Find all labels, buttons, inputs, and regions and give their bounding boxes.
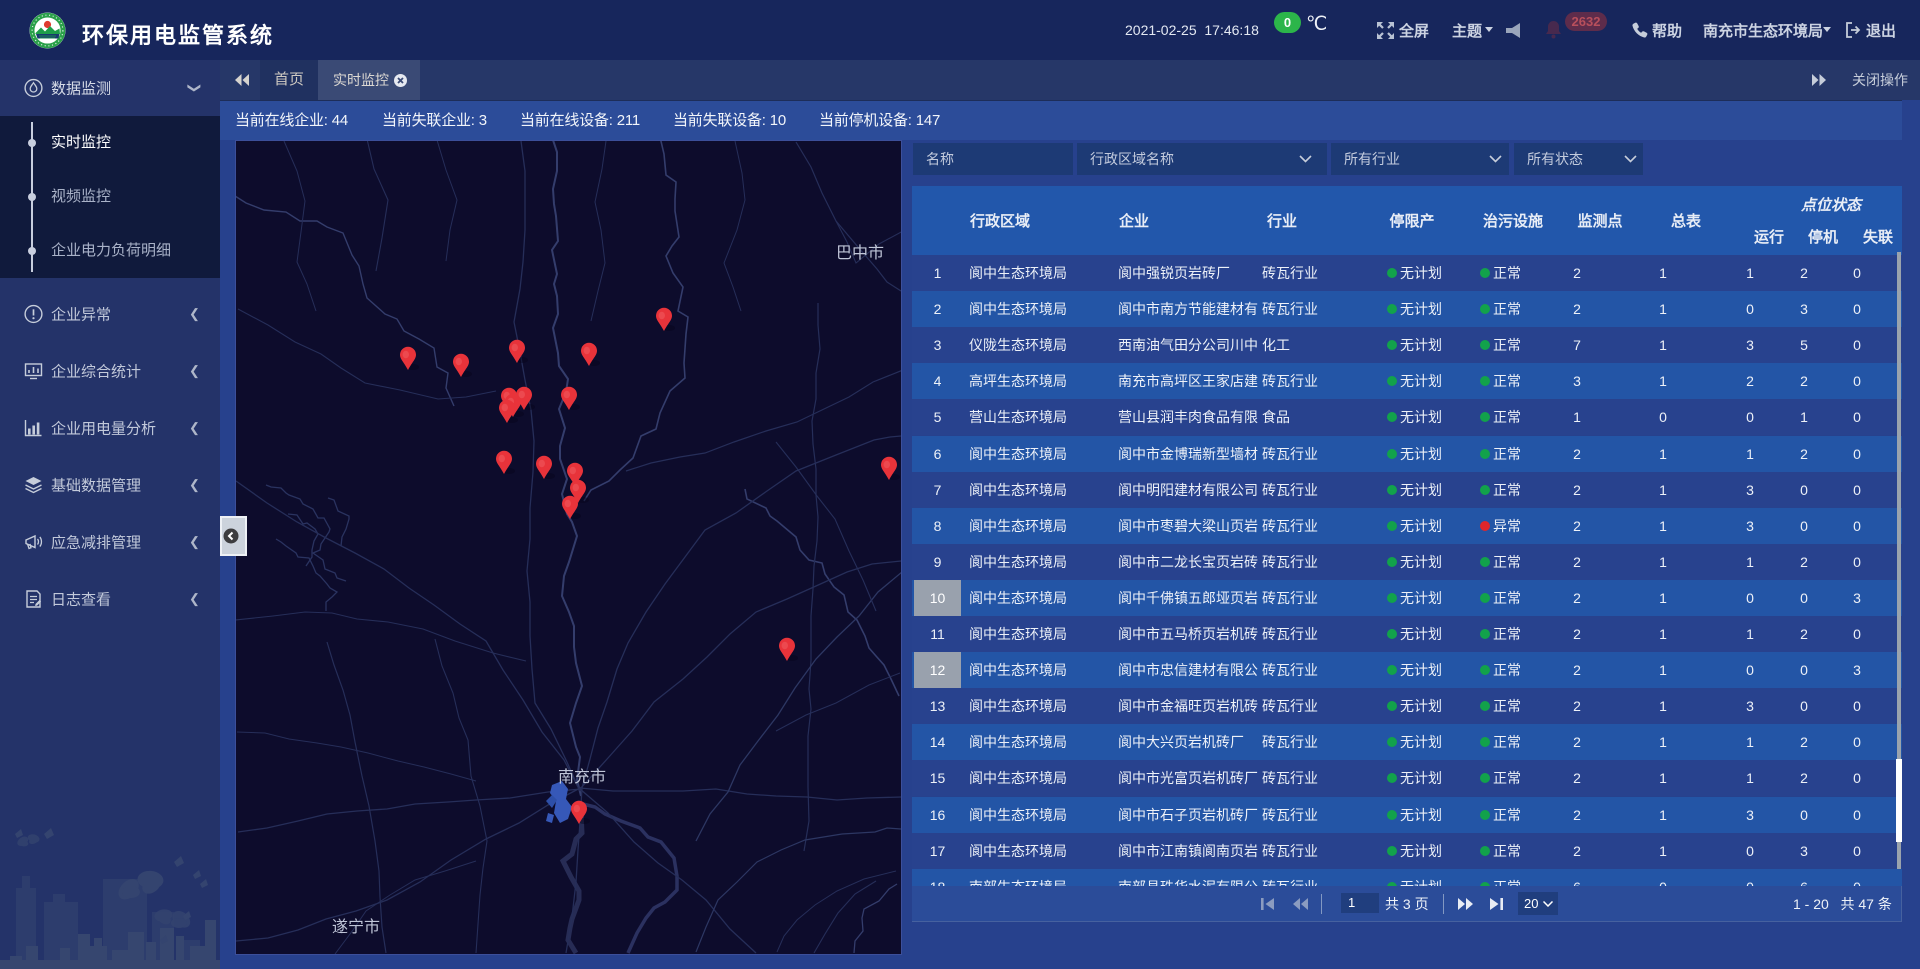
svg-text:遂宁市: 遂宁市 <box>332 918 380 936</box>
svg-text:南充市: 南充市 <box>558 768 606 786</box>
svg-text:巴中市: 巴中市 <box>836 244 884 262</box>
